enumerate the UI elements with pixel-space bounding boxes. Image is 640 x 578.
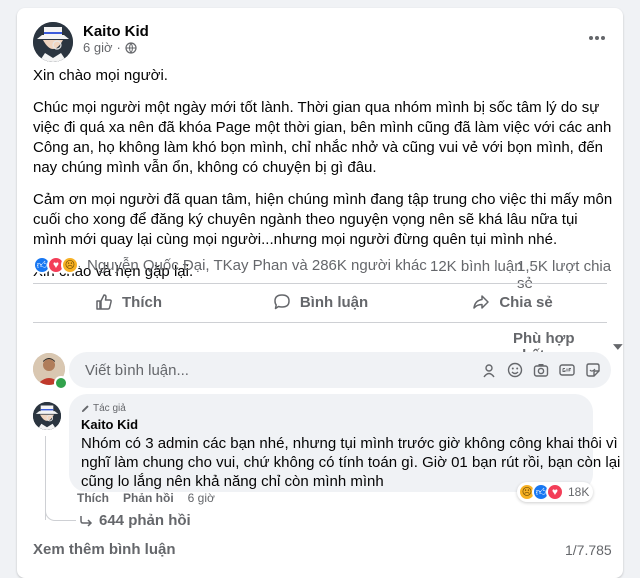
replies-label: 644 phản hồi [99,512,191,529]
share-label: Chia sẻ [499,293,553,311]
comment-actions: Thích Phản hồi 6 giờ [77,491,215,505]
reaction-summary[interactable]: 👍︎ ♥ ☹ Nguyễn Quốc Đại, TKay Phan và 286… [33,256,427,274]
comment-composer[interactable] [69,352,611,388]
kid-avatar-icon [33,402,61,430]
online-status-dot [54,376,68,390]
thumbs-up-icon [96,294,112,310]
share-button[interactable]: Chia sẻ [417,284,607,320]
comment-line: nghĩ làm chung cho vui, chứ không có tín… [81,454,621,471]
comment-count[interactable]: 12K bình luận [430,258,523,275]
comment-pagination: 1/7.785 [565,542,612,558]
comment-like-button[interactable]: Thích [77,491,109,505]
more-dots-icon [589,36,605,40]
view-more-comments[interactable]: Xem thêm bình luận [33,541,176,558]
author-avatar[interactable] [33,22,73,62]
reaction-names[interactable]: Nguyễn Quốc Đại, TKay Phan và 286K người… [87,257,427,274]
comment-line: Nhóm có 3 admin các bạn nhé, nhưng tụi m… [81,435,618,452]
comment-time[interactable]: 6 giờ [188,491,215,505]
post-time[interactable]: 6 giờ [83,40,113,55]
like-label: Thích [122,293,162,311]
comment-bubble-icon [274,294,290,310]
globe-icon [125,41,137,54]
post-paragraph: Xin chào mọi người. [33,67,168,84]
author-badge-label: Tác giả [93,402,126,414]
post-paragraph: Cảm ơn mọi người đã quan tâm, hiện chúng… [33,191,613,248]
comment-button[interactable]: Bình luận [225,284,415,320]
comment-reactions[interactable]: ☹ 👍︎ ♥ 18K [517,482,594,502]
post-author[interactable]: Kaito Kid [83,23,149,40]
love-reaction-icon: ♥ [546,483,564,501]
camera-icon[interactable] [533,362,549,378]
commenter-avatar[interactable] [33,402,61,430]
emoji-icon[interactable] [507,362,523,378]
comment-label: Bình luận [299,293,369,311]
view-replies-button[interactable]: 644 phản hồi [79,512,191,529]
post-card: Kaito Kid 6 giờ · Xin chào mọi người. Ch… [17,8,623,578]
gif-icon[interactable] [559,362,575,378]
comment-author[interactable]: Kaito Kid [81,417,581,432]
thread-line-branch [45,508,76,521]
author-badge: Tác giả [81,402,581,414]
comment-input[interactable] [83,360,471,380]
avatar-sticker-icon[interactable] [481,362,497,378]
like-button[interactable]: Thích [33,284,223,320]
divider [33,322,607,323]
reply-arrow-icon [80,515,93,527]
share-arrow-icon [473,295,490,309]
pencil-icon [81,404,89,412]
caret-down-icon [613,344,623,350]
comment-text: Nhóm có 3 admin các bạn nhé, nhưng tụi m… [81,434,621,491]
post-meta: 6 giờ · [83,40,137,55]
comment-bubble: Tác giả Kaito Kid Nhóm có 3 admin các bạ… [69,394,621,492]
comment-reaction-count: 18K [568,485,590,499]
comment-line: cũng lo lắng nên khả năng chỉ còn mình m… [81,473,384,490]
post-paragraph: Chúc mọi người một ngày mới tốt lành. Th… [33,99,612,176]
sad-reaction-icon: ☹ [61,256,79,274]
more-options-button[interactable] [585,26,609,50]
sticker-icon[interactable] [585,362,601,378]
kid-avatar-icon [33,22,73,62]
comment-reply-button[interactable]: Phản hồi [123,491,174,505]
